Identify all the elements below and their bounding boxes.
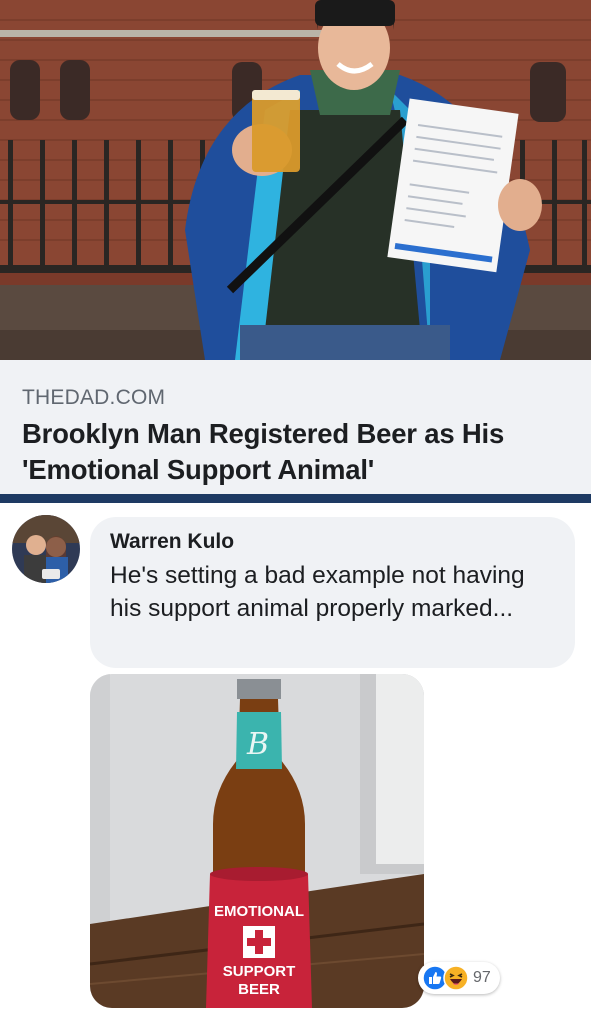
koozie-text-beer: BEER (238, 981, 280, 998)
beer-in-koozie-photo: B EMOTIONAL SUPPORT BEER (90, 674, 424, 1008)
man-with-beer-photo (0, 0, 591, 360)
link-source-domain: THEDAD.COM (22, 386, 166, 409)
avatar[interactable] (12, 515, 80, 583)
comment-text: He's setting a bad example not having hi… (110, 562, 525, 622)
link-headline[interactable]: Brooklyn Man Registered Beer as His 'Emo… (22, 416, 582, 488)
preview-divider (0, 494, 591, 503)
comment-bubble[interactable]: Warren Kulo He's setting a bad example n… (90, 517, 575, 668)
reaction-summary[interactable]: 97 (418, 962, 500, 994)
comment-author-name[interactable]: Warren Kulo (110, 530, 234, 554)
haha-icon (443, 965, 469, 991)
commenter-avatar-photo (12, 515, 80, 583)
svg-text:B: B (246, 727, 269, 762)
reaction-count: 97 (473, 969, 491, 986)
koozie-text-support: SUPPORT (223, 963, 296, 980)
link-preview-card[interactable]: THEDAD.COM Brooklyn Man Registered Beer … (0, 360, 591, 494)
comment-attachment-image[interactable]: B EMOTIONAL SUPPORT BEER (90, 674, 424, 1008)
link-preview-image[interactable] (0, 0, 591, 360)
koozie-text-emotional: EMOTIONAL (214, 903, 304, 920)
